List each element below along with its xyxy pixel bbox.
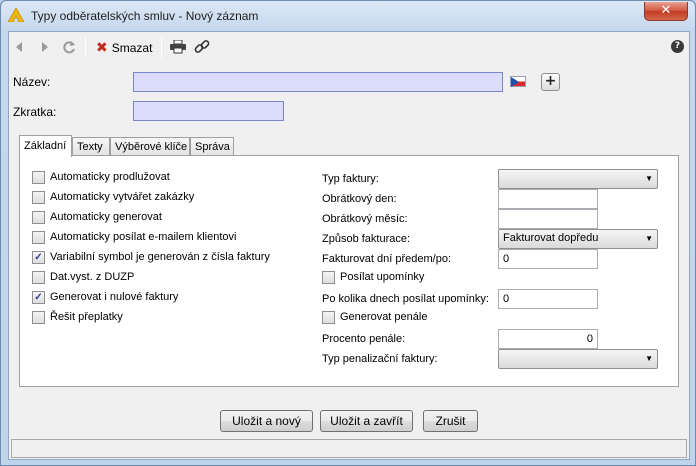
checkbox-checked[interactable]: ✓ — [32, 290, 45, 304]
checkbox-row[interactable]: Automaticky prodlužovat — [32, 169, 170, 185]
checkbox-row[interactable]: Dat.vyst. z DUZP — [32, 269, 134, 285]
zkratka-label: Zkratka: — [13, 105, 57, 119]
dialog-window: Typy odběratelských smluv - Nový záznam … — [0, 0, 696, 466]
checkbox-label: Automaticky prodlužovat — [50, 171, 170, 183]
tab-vyberove-klice[interactable]: Výběrové klíče — [110, 137, 190, 156]
tab-zakladni[interactable]: Základní — [19, 135, 72, 157]
checkbox-label: Automaticky vytvářet zakázky — [50, 191, 195, 203]
checkbox-checked[interactable]: ✓ — [32, 250, 45, 264]
checkbox-label: Dat.vyst. z DUZP — [50, 271, 135, 283]
obratkovy-den-label: Obrátkový den: — [322, 193, 397, 205]
generovat-penale-label: Generovat penále — [340, 311, 428, 323]
app-logo-icon — [8, 8, 24, 22]
checkbox-row[interactable]: Automaticky vytvářet zakázky — [32, 189, 194, 205]
typ-faktury-label: Typ faktury: — [322, 173, 379, 185]
checkbox-label: Automaticky generovat — [50, 211, 162, 223]
checkbox[interactable] — [32, 190, 45, 204]
procento-penale-label: Procento penále: — [322, 333, 406, 345]
checkbox-row[interactable]: ✓ Variabilní symbol je generován z čísla… — [32, 249, 270, 265]
checkbox[interactable] — [32, 170, 45, 184]
close-button[interactable]: ✕ — [644, 2, 688, 21]
add-button[interactable]: + — [541, 73, 560, 91]
po-kolika-input[interactable]: 0 — [498, 289, 598, 309]
po-kolika-label: Po kolika dnech posílat upomínky: — [322, 293, 489, 305]
typ-faktury-select[interactable]: ▼ — [498, 169, 658, 189]
zpusob-fakturace-select[interactable]: Fakturovat dopředu ▼ — [498, 229, 658, 249]
checkbox-row[interactable]: Automaticky posílat e-mailem klientovi — [32, 229, 236, 245]
checkbox-row[interactable]: Automaticky generovat — [32, 209, 162, 225]
checkbox[interactable] — [32, 310, 45, 324]
help-icon[interactable]: ? — [671, 40, 684, 53]
print-icon[interactable] — [170, 40, 186, 54]
typ-penalizacni-select[interactable]: ▼ — [498, 349, 658, 369]
toolbar-separator — [161, 37, 162, 58]
checkbox-label: Automaticky posílat e-mailem klientovi — [50, 231, 237, 243]
checkbox[interactable] — [32, 270, 45, 284]
checkbox[interactable] — [322, 270, 335, 284]
checkbox[interactable] — [322, 310, 335, 324]
toolbar-separator — [85, 37, 86, 58]
zpusob-fakturace-value: Fakturovat dopředu — [503, 232, 599, 244]
toolbar: ✖ Smazat ? — [9, 32, 689, 62]
checkbox[interactable] — [32, 230, 45, 244]
checkbox-label: Variabilní symbol je generován z čísla f… — [50, 251, 270, 263]
chevron-down-icon: ▼ — [645, 234, 653, 243]
posilat-upominky-label: Posílat upomínky — [340, 271, 425, 283]
tab-texty[interactable]: Texty — [72, 137, 110, 156]
czech-flag-icon[interactable] — [510, 76, 526, 87]
zkratka-input[interactable] — [133, 101, 284, 121]
title-bar: Typy odběratelských smluv - Nový záznam … — [1, 1, 695, 31]
checkbox-row[interactable]: ✓ Generovat i nulové faktury — [32, 289, 178, 305]
tab-panel-zakladni: Automaticky prodlužovat Automaticky vytv… — [19, 155, 679, 387]
checkbox-row[interactable]: Řešit přeplatky — [32, 309, 123, 325]
checkbox-label: Generovat i nulové faktury — [50, 291, 179, 303]
zpusob-fakturace-label: Způsob fakturace: — [322, 233, 411, 245]
link-icon[interactable] — [194, 39, 210, 55]
dialog-client-area: ✖ Smazat ? Název: + Zkratka: Základní Te… — [8, 31, 690, 460]
cancel-button[interactable]: Zrušit — [423, 410, 478, 432]
generovat-penale-checkbox-row[interactable]: Generovat penále — [322, 309, 427, 325]
obratkovy-mesic-input[interactable] — [498, 209, 598, 229]
obratkovy-mesic-label: Obrátkový měsíc: — [322, 213, 408, 225]
posilat-upominky-checkbox-row[interactable]: Posílat upomínky — [322, 269, 424, 285]
procento-penale-input[interactable]: 0 — [498, 329, 598, 349]
back-arrow-icon[interactable] — [15, 42, 23, 52]
nazev-label: Název: — [13, 75, 51, 89]
tab-sprava[interactable]: Správa — [190, 137, 234, 156]
save-close-button[interactable]: Uložit a zavřít — [320, 410, 413, 432]
checkbox-label: Řešit přeplatky — [50, 311, 123, 323]
chevron-down-icon: ▼ — [645, 354, 653, 363]
nazev-input[interactable] — [133, 72, 503, 92]
obratkovy-den-input[interactable] — [498, 189, 598, 209]
forward-arrow-icon[interactable] — [41, 42, 49, 52]
fakturovat-dni-input[interactable]: 0 — [498, 249, 598, 269]
status-bar — [11, 439, 687, 458]
refresh-icon[interactable] — [62, 40, 76, 54]
checkbox[interactable] — [32, 210, 45, 224]
chevron-down-icon: ▼ — [645, 174, 653, 183]
fakturovat-dni-label: Fakturovat dní předem/po: — [322, 253, 452, 265]
delete-icon: ✖ — [96, 40, 108, 56]
save-new-button[interactable]: Uložit a nový — [220, 410, 313, 432]
delete-button[interactable]: ✖ Smazat — [96, 38, 152, 58]
typ-penalizacni-label: Typ penalizační faktury: — [322, 353, 438, 365]
delete-label: Smazat — [111, 41, 153, 55]
window-title: Typy odběratelských smluv - Nový záznam — [31, 9, 259, 23]
